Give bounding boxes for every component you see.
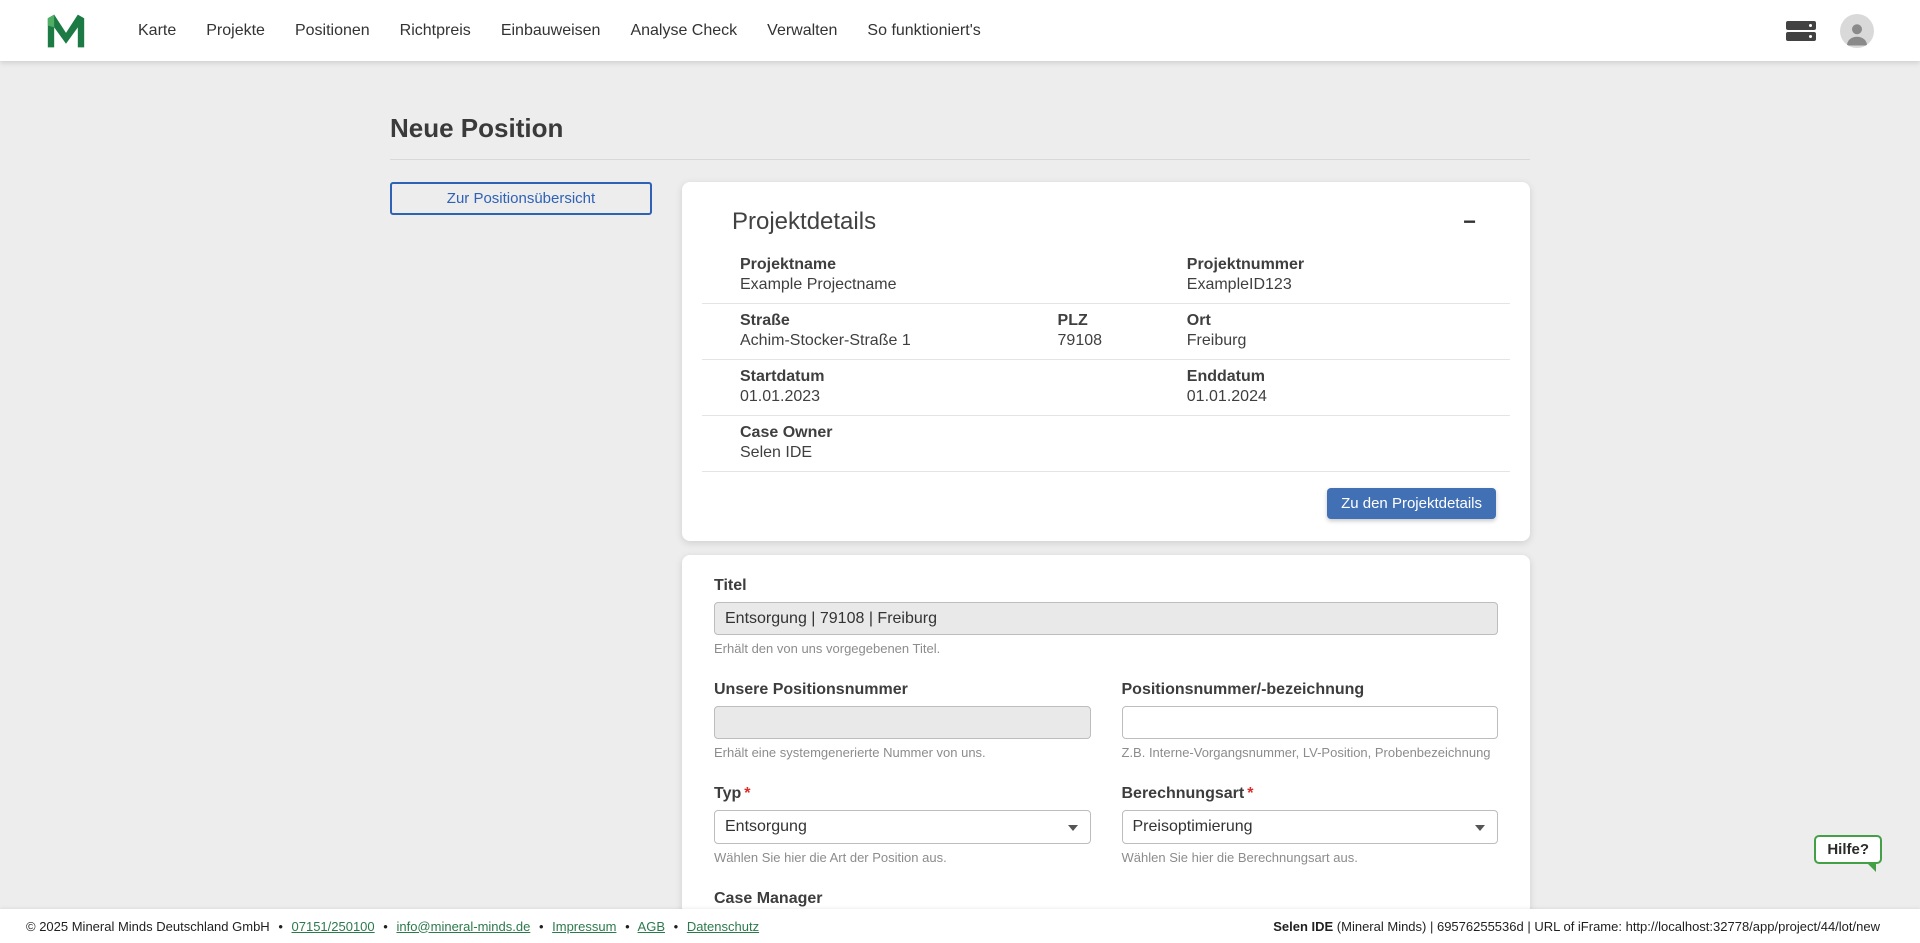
- case-owner-label: Case Owner: [740, 424, 833, 441]
- required-asterisk: *: [1247, 785, 1254, 802]
- user-avatar[interactable]: [1840, 13, 1874, 48]
- typ-label: Typ *: [714, 785, 1091, 803]
- left-column: Zur Positionsübersicht: [390, 182, 652, 215]
- title-divider: [390, 159, 1530, 160]
- right-column: Projektdetails − Projektname Example Pro…: [682, 182, 1530, 943]
- unsere-positionsnummer-group: Unsere Positionsnummer Erhält eine syste…: [714, 681, 1091, 760]
- ort-value: Freiburg: [1186, 332, 1247, 349]
- person-icon: [1847, 23, 1867, 45]
- positionsnummer-group: Positionsnummer/-bezeichnung Z.B. Intern…: [1121, 681, 1498, 760]
- impressum-link[interactable]: Impressum: [552, 919, 616, 934]
- titel-input: [714, 602, 1498, 635]
- footer-session-info: Selen IDE (Mineral Minds) | 69576255536d…: [1273, 919, 1880, 934]
- unsere-positionsnummer-helper: Erhält eine systemgenerierte Nummer von …: [714, 745, 986, 760]
- nav-item-einbauweisen[interactable]: Einbauweisen: [501, 22, 601, 40]
- page-footer: © 2025 Mineral Minds Deutschland GmbH • …: [0, 909, 1920, 943]
- project-details-card: Projektdetails − Projektname Example Pro…: [682, 182, 1530, 541]
- project-details-table: Projektname Example Projectname Projektn…: [702, 248, 1510, 472]
- enddatum-label: Enddatum: [1186, 368, 1265, 385]
- berechnungsart-selected-value: Preisoptimierung: [1132, 818, 1253, 835]
- titel-group: Titel Erhält den von uns vorgegebenen Ti…: [714, 577, 1498, 656]
- case-owner-value: Selen IDE: [740, 444, 813, 461]
- main-navigation: Karte Projekte Positionen Richtpreis Ein…: [138, 22, 981, 40]
- top-navbar: Karte Projekte Positionen Richtpreis Ein…: [0, 0, 1920, 61]
- titel-helper: Erhält den von uns vorgegebenen Titel.: [714, 641, 941, 656]
- strasse-value: Achim-Stocker-Straße 1: [740, 332, 911, 349]
- nav-item-richtpreis[interactable]: Richtpreis: [400, 22, 471, 40]
- new-position-form-card: Titel Erhält den von uns vorgegebenen Ti…: [682, 555, 1530, 943]
- berechnungsart-group: Berechnungsart * Preisoptimierung Wählen …: [1121, 785, 1499, 865]
- help-button[interactable]: Hilfe?: [1814, 835, 1882, 872]
- typ-helper: Wählen Sie hier die Art der Position aus…: [714, 850, 947, 865]
- plz-value: 79108: [1057, 332, 1103, 349]
- nav-item-verwalten[interactable]: Verwalten: [767, 22, 837, 40]
- separator: •: [625, 918, 630, 934]
- positionsnummer-input[interactable]: [1121, 706, 1498, 739]
- separator: •: [383, 918, 388, 934]
- typ-select[interactable]: Entsorgung: [714, 810, 1091, 844]
- nav-item-karte[interactable]: Karte: [138, 22, 176, 40]
- typ-selected-value: Entsorgung: [725, 818, 807, 835]
- projektnummer-value: ExampleID123: [1186, 276, 1292, 293]
- session-details: (Mineral Minds) | 69576255536d | URL of …: [1333, 918, 1880, 934]
- case-manager-label: Case Manager: [714, 890, 823, 907]
- copyright-text: © 2025 Mineral Minds Deutschland GmbH: [26, 918, 270, 934]
- projektnummer-label: Projektnummer: [1186, 256, 1305, 273]
- chevron-down-icon: [1475, 825, 1485, 831]
- nav-item-positionen[interactable]: Positionen: [295, 22, 370, 40]
- navbar-right-section: [1786, 13, 1874, 48]
- chevron-down-icon: [1067, 825, 1078, 831]
- session-user: Selen IDE: [1273, 918, 1334, 934]
- phone-link[interactable]: 07151/250100: [292, 919, 375, 934]
- plz-label: PLZ: [1057, 312, 1088, 329]
- table-row: Straße Achim-Stocker-Straße 1 PLZ 79108 …: [702, 304, 1510, 360]
- separator: •: [538, 918, 544, 934]
- enddatum-value: 01.01.2024: [1186, 388, 1267, 405]
- ort-label: Ort: [1186, 312, 1211, 329]
- strasse-label: Straße: [740, 312, 790, 329]
- berechnungsart-select[interactable]: Preisoptimierung: [1121, 810, 1498, 844]
- projektname-value: Example Projectname: [740, 276, 897, 293]
- collapse-toggle-button[interactable]: −: [1459, 211, 1480, 233]
- projektname-label: Projektname: [740, 256, 837, 273]
- project-details-title: Projektdetails: [732, 208, 877, 235]
- startdatum-label: Startdatum: [740, 368, 825, 385]
- table-row: Case Owner Selen IDE: [702, 416, 1510, 472]
- positionsnummer-label: Positionsnummer/-bezeichnung: [1121, 681, 1365, 698]
- typ-group: Typ * Entsorgung Wählen Sie hier die Art …: [714, 785, 1091, 865]
- startdatum-value: 01.01.2023: [740, 388, 821, 405]
- unsere-positionsnummer-label: Unsere Positionsnummer: [714, 681, 908, 698]
- nav-item-projekte[interactable]: Projekte: [206, 22, 265, 40]
- footer-left: © 2025 Mineral Minds Deutschland GmbH • …: [26, 919, 759, 934]
- mineral-minds-logo-icon[interactable]: [46, 12, 86, 50]
- unsere-positionsnummer-input: [714, 706, 1091, 739]
- table-row: Startdatum 01.01.2023 Enddatum 01.01.202…: [702, 360, 1510, 416]
- go-to-project-details-button[interactable]: Zu den Projektdetails: [1327, 488, 1496, 519]
- back-to-positions-button[interactable]: Zur Positionsübersicht: [390, 182, 652, 215]
- agb-link[interactable]: AGB: [638, 919, 665, 934]
- table-row: Projektname Example Projectname Projektn…: [702, 248, 1510, 304]
- berechnungsart-label: Berechnungsart *: [1122, 785, 1499, 803]
- positionsnummer-helper: Z.B. Interne-Vorgangsnummer, LV-Position…: [1121, 745, 1491, 760]
- berechnungsart-helper: Wählen Sie hier die Berechnungsart aus.: [1121, 850, 1358, 865]
- page-title: Neue Position: [390, 113, 564, 143]
- berechnungsart-label-text: Berechnungsart: [1121, 785, 1245, 802]
- typ-label-text: Typ: [714, 785, 742, 802]
- nav-item-analyse-check[interactable]: Analyse Check: [630, 22, 737, 40]
- required-asterisk: *: [744, 785, 751, 802]
- titel-label: Titel: [714, 577, 747, 594]
- datenschutz-link[interactable]: Datenschutz: [687, 919, 759, 934]
- email-link[interactable]: info@mineral-minds.de: [396, 919, 530, 934]
- separator: •: [278, 918, 283, 934]
- server-icon[interactable]: [1786, 20, 1816, 42]
- main-content-area: Neue Position Zur Positionsübersicht Pro…: [0, 61, 1920, 943]
- separator: •: [673, 918, 679, 934]
- nav-item-so-funktionierts[interactable]: So funktioniert's: [867, 22, 980, 40]
